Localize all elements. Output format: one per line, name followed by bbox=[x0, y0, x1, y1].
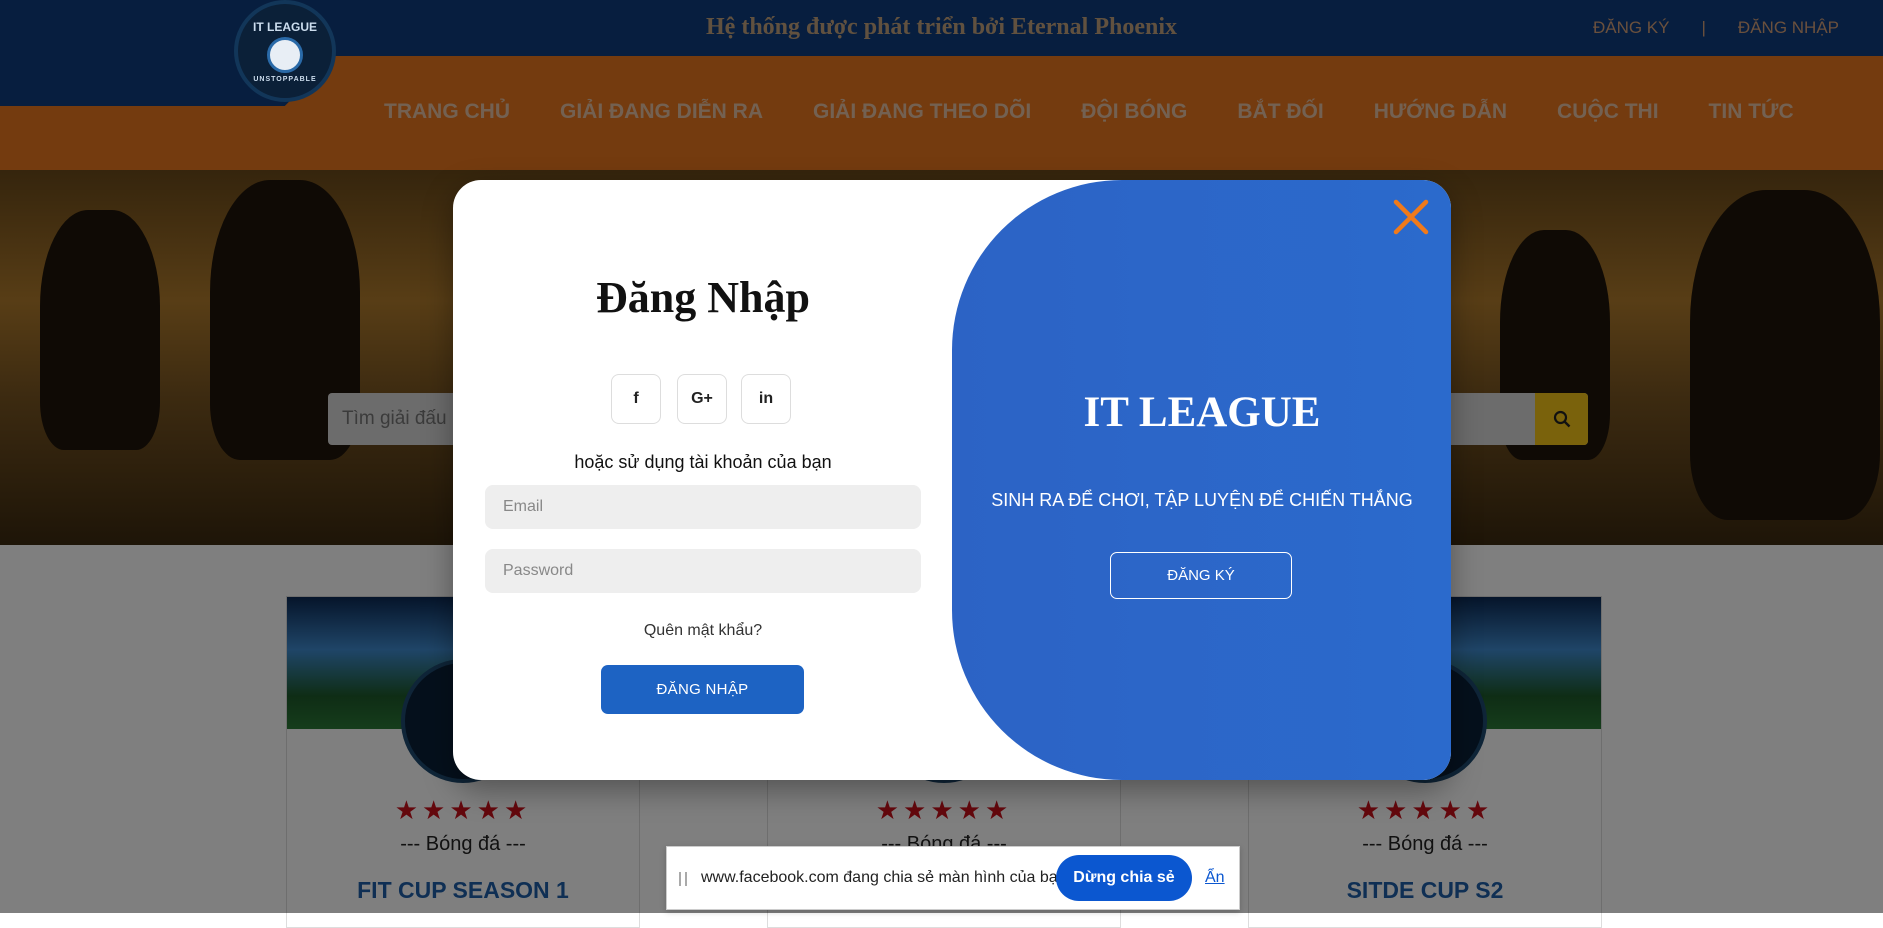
linkedin-login-button[interactable]: in bbox=[741, 374, 791, 424]
share-message: www.facebook.com đang chia sẻ màn hình c… bbox=[701, 869, 1071, 886]
logo-text: IT LEAGUE bbox=[252, 19, 317, 34]
facebook-login-button[interactable]: f bbox=[611, 374, 661, 424]
register-button[interactable]: ĐĂNG KÝ bbox=[1110, 552, 1292, 599]
drag-handle-icon[interactable] bbox=[679, 872, 687, 886]
or-use-account-text: hoặc sử dụng tài khoản của bạn bbox=[574, 452, 832, 472]
login-title: Đăng Nhập bbox=[596, 273, 810, 322]
hide-link[interactable]: Ẩn bbox=[1205, 869, 1225, 887]
brand-title: IT LEAGUE bbox=[1083, 389, 1321, 436]
login-button[interactable]: ĐĂNG NHẬP bbox=[601, 665, 804, 714]
close-icon[interactable] bbox=[1391, 197, 1431, 237]
google-plus-icon: G+ bbox=[691, 390, 713, 407]
stop-sharing-button[interactable]: Dừng chia sẻ bbox=[1056, 855, 1192, 901]
google-login-button[interactable]: G+ bbox=[677, 374, 727, 424]
login-modal: Đăng Nhập f G+ in hoặc sử dụng tài khoản… bbox=[453, 180, 1451, 780]
linkedin-icon: in bbox=[758, 390, 774, 407]
register-panel bbox=[952, 180, 1451, 780]
screen-share-bar: www.facebook.com đang chia sẻ màn hình c… bbox=[666, 846, 1240, 910]
logo-subtext: UNSTOPPABLE bbox=[253, 75, 317, 83]
password-field[interactable] bbox=[485, 549, 921, 593]
tagline: SINH RA ĐỂ CHƠI, TẬP LUYỆN ĐỂ CHIẾN THẮN… bbox=[991, 490, 1413, 510]
facebook-icon: f bbox=[633, 390, 639, 407]
site-logo[interactable]: IT LEAGUE UNSTOPPABLE bbox=[234, 0, 336, 102]
soccer-ball-icon bbox=[267, 36, 303, 73]
forgot-password-link[interactable]: Quên mật khẩu? bbox=[453, 622, 953, 640]
email-field[interactable] bbox=[485, 485, 921, 529]
